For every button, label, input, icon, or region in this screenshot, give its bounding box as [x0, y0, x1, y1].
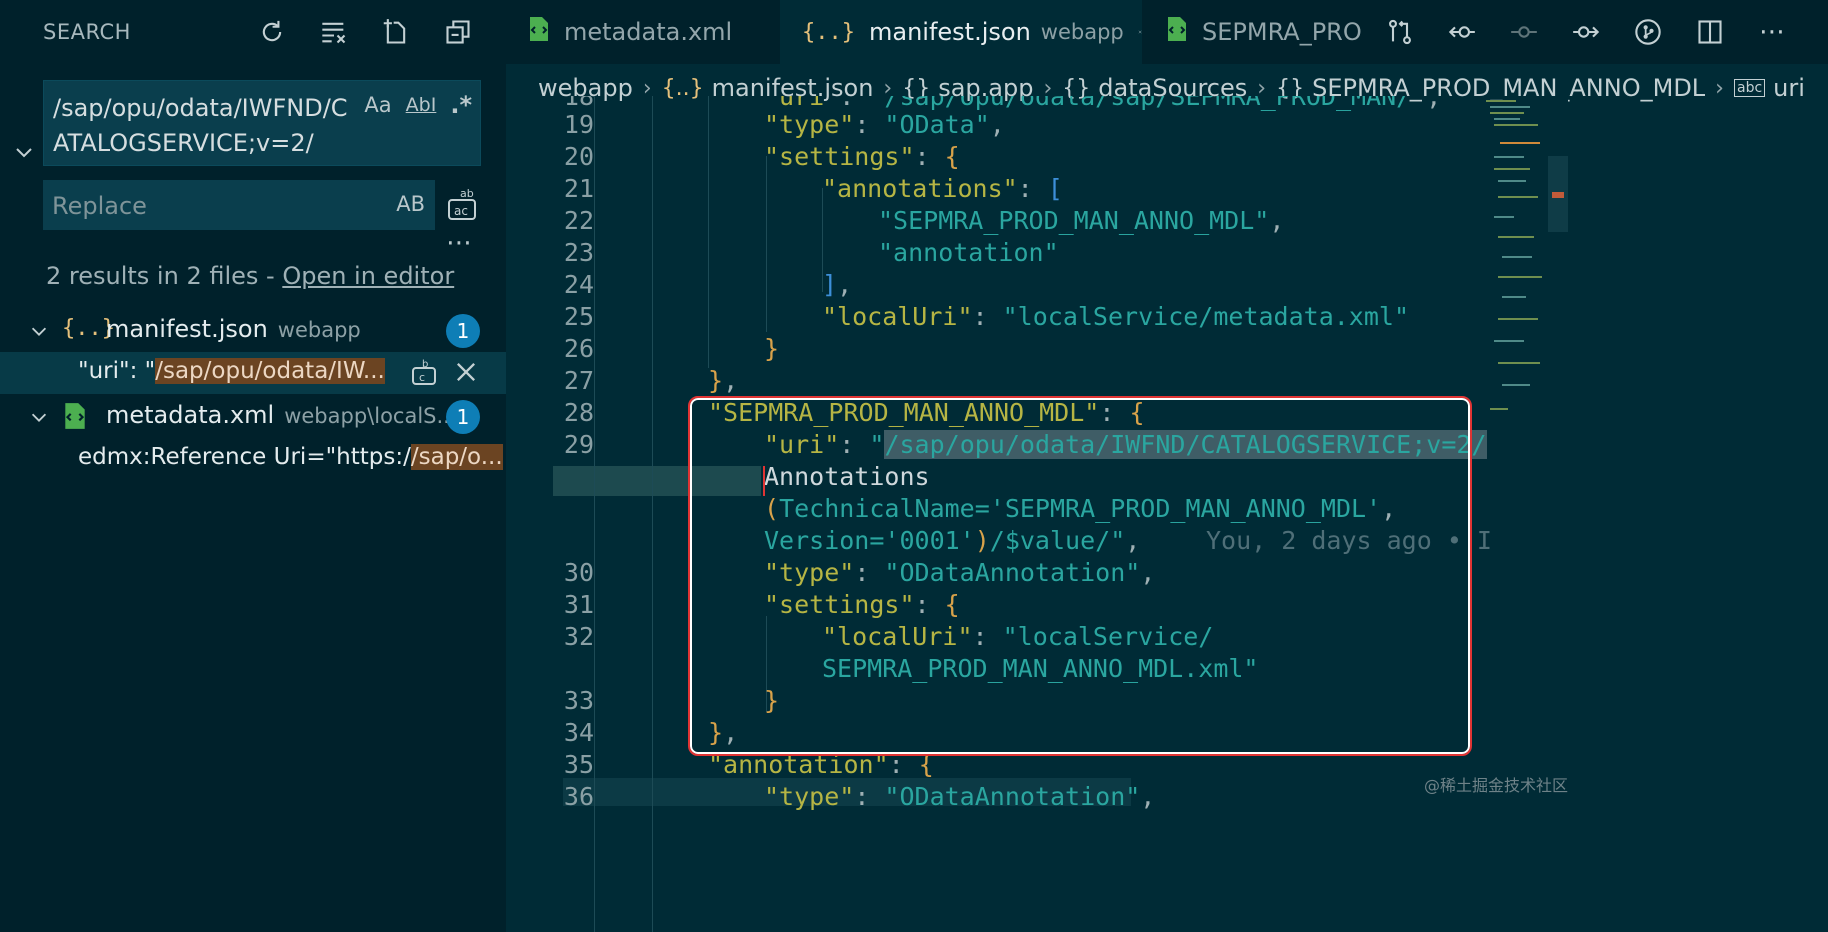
search-match-marker: [1552, 192, 1564, 198]
text-cursor: [763, 466, 765, 496]
git-blame-annotation[interactable]: You, 2 days ago • I: [1206, 526, 1492, 555]
result-count-badge: 1: [446, 314, 480, 348]
editor-actions: ⋯: [1380, 14, 1792, 50]
whole-word-toggle[interactable]: AbI: [406, 94, 437, 116]
more-options-icon[interactable]: ⋯: [446, 228, 473, 258]
search-match-row[interactable]: edmx:Reference Uri="https://sap/o...: [0, 438, 506, 480]
xml-file-icon: [1166, 16, 1188, 48]
replace-icon[interactable]: bc: [410, 358, 438, 386]
chevron-down-icon[interactable]: [28, 406, 50, 428]
svg-text:ac: ac: [454, 204, 468, 218]
sidebar-header: SEARCH: [0, 0, 506, 64]
breadcrumb-item[interactable]: abc uri: [1733, 74, 1805, 102]
more-actions-icon[interactable]: ⋯: [1752, 14, 1792, 50]
match-highlight: /sap/o...: [410, 444, 503, 470]
result-file-metadata[interactable]: metadata.xml webapp\localS... 1: [0, 396, 506, 438]
results-summary: 2 results in 2 files - Open in editor: [46, 262, 455, 290]
json-file-icon: {..}: [802, 19, 855, 45]
compare-changes-icon[interactable]: [1380, 14, 1420, 50]
result-file-name: manifest.json: [106, 315, 268, 343]
search-input[interactable]: /sap/opu/odata/IWFND/CATALOGSERVICE;v=2/…: [43, 80, 481, 166]
replace-input[interactable]: [43, 180, 374, 232]
sidebar-title: SEARCH: [43, 20, 131, 44]
result-file-name: metadata.xml: [106, 401, 275, 429]
svg-text:b: b: [422, 359, 428, 370]
clear-results-icon[interactable]: [314, 14, 354, 50]
chevron-right-icon: ›: [1715, 75, 1724, 101]
result-file-path: webapp: [277, 318, 361, 342]
xml-file-icon: [62, 402, 88, 436]
split-editor-icon[interactable]: [1690, 14, 1730, 50]
previous-change-icon[interactable]: [1442, 14, 1482, 50]
result-file-manifest[interactable]: {..} manifest.json webapp 1: [0, 310, 506, 352]
result-file-path: webapp\localS...: [284, 404, 457, 428]
refresh-icon[interactable]: [252, 14, 292, 50]
regex-toggle[interactable]: .*: [450, 91, 472, 119]
match-highlight: /sap/opu/odata/IW...: [155, 358, 385, 384]
replace-all-icon[interactable]: ab ac: [446, 186, 480, 222]
search-match-row[interactable]: "uri": "/sap/opu/odata/IW... bc: [0, 352, 506, 394]
dismiss-icon[interactable]: [452, 358, 480, 386]
search-input-value: /sap/opu/odata/IWFND/CATALOGSERVICE;v=2/: [53, 94, 348, 157]
svg-text:c: c: [419, 371, 425, 384]
result-count-badge: 1: [446, 400, 480, 434]
git-lens-icon[interactable]: [1628, 14, 1668, 50]
tab-manifest-json[interactable]: {..} manifest.json webapp: [780, 0, 1142, 64]
open-in-editor-link[interactable]: Open in editor: [282, 262, 454, 290]
toggle-replace-chevron-icon[interactable]: [12, 140, 36, 164]
watermark: @稀土掘金技术社区: [1424, 776, 1569, 795]
minimap[interactable]: [1476, 96, 1548, 426]
tab-metadata-xml[interactable]: metadata.xml: [506, 0, 778, 64]
match-case-toggle[interactable]: Aa: [364, 93, 391, 117]
replace-field[interactable]: AB: [43, 180, 435, 232]
xml-file-icon: [528, 16, 550, 48]
next-change-icon[interactable]: [1566, 14, 1606, 50]
commit-icon[interactable]: [1504, 14, 1544, 50]
preserve-case-toggle[interactable]: AB: [396, 192, 425, 216]
close-tab-icon[interactable]: [1138, 21, 1142, 43]
search-sidebar: SEARCH /sap/opu/odata/IWFND/CATALOGSERVI…: [0, 0, 506, 932]
string-icon: abc: [1733, 79, 1766, 97]
chevron-down-icon[interactable]: [28, 320, 50, 342]
new-search-editor-icon[interactable]: [376, 14, 416, 50]
collapse-all-icon[interactable]: [438, 14, 478, 50]
tab-sepmra-pro[interactable]: SEPMRA_PRO: [1144, 0, 1384, 64]
svg-text:ab: ab: [460, 187, 474, 200]
